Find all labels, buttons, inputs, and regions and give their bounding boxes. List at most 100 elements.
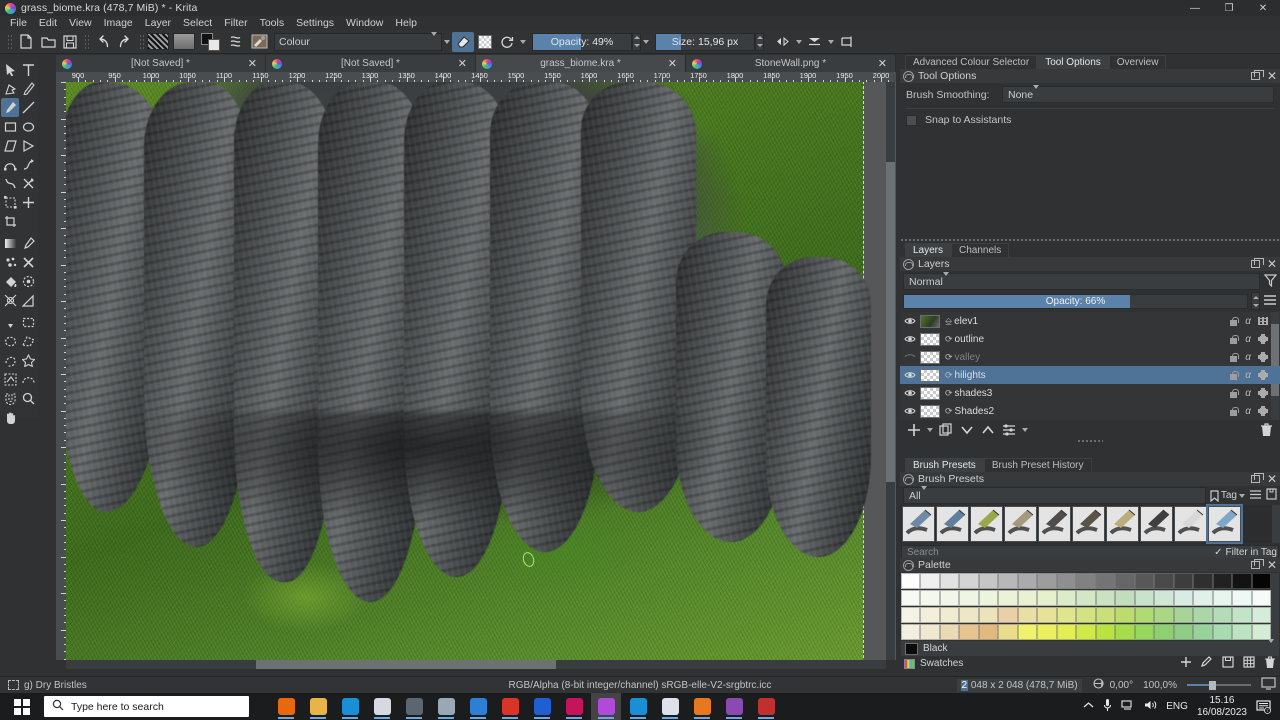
pan-tool[interactable] [1,408,19,427]
palette-swatch[interactable] [1037,573,1057,589]
enclose-and-fill-tool[interactable] [19,272,37,291]
palette-swatch[interactable] [1076,607,1096,623]
palette-swatch[interactable] [1134,590,1155,606]
palette-swatch[interactable] [1212,590,1233,606]
palette-swatch[interactable] [1076,624,1096,640]
mirror-horizontal-icon[interactable] [772,32,794,52]
layer-lock-icon[interactable] [1229,388,1240,398]
canvas-rotation-value[interactable]: 0,00° [1110,680,1133,691]
transform-tool[interactable] [1,193,19,212]
eraser-icon[interactable] [452,31,474,52]
palette-swatch[interactable] [1212,607,1233,623]
layer-style-icon[interactable] [1258,388,1268,398]
palette-swatch[interactable] [1154,607,1174,623]
taskbar-clock[interactable]: 15.16 16/08/2023 [1197,695,1247,719]
opacity-spinner[interactable] [632,32,641,51]
brush-preset-thumbnail-3[interactable] [1003,506,1037,542]
taskbar-app-visual-studio-code[interactable] [463,693,493,720]
layer-style-icon[interactable] [1258,370,1268,380]
lock-docker-icon[interactable] [903,70,914,82]
gradient-tool[interactable] [1,234,19,253]
close-button[interactable]: ✕ [1246,0,1280,16]
float-palette-docker-icon[interactable] [1250,559,1264,569]
menu-item-edit[interactable]: Edit [33,16,63,30]
wrap-around-icon[interactable] [836,32,858,52]
brush-preset-thumbnail-8[interactable] [1173,506,1207,542]
palette-swatch[interactable] [1115,624,1135,640]
layer-alpha-lock-icon[interactable]: α [1245,352,1251,363]
palette-grid-button[interactable] [1243,656,1255,671]
palette-swatch[interactable] [1017,607,1038,623]
layer-name[interactable]: outline [955,334,984,345]
zoom-level-value[interactable]: 100,0% [1143,680,1177,691]
palette-swatch[interactable] [1251,607,1271,623]
palette-swatch[interactable] [1134,573,1155,589]
palette-swatch[interactable] [1076,573,1096,589]
document-tab-close-icon[interactable]: ✕ [248,57,257,70]
document-tab-0[interactable]: [Not Saved] * ✕ [56,55,266,72]
palette-swatch[interactable] [1232,590,1252,606]
minimize-button[interactable]: — [1178,0,1212,16]
polyline-tool[interactable] [19,136,37,155]
layer-alpha-lock-icon[interactable]: α [1245,406,1251,417]
mirror-h-caret[interactable] [794,39,804,44]
layer-alpha-lock-icon[interactable]: α [1245,388,1251,399]
preserve-alpha-icon[interactable] [474,32,496,52]
layer-thumbnail[interactable] [920,386,940,400]
taskbar-app-krita-app[interactable] [751,693,781,720]
notifications-icon[interactable]: 7 [1256,699,1272,714]
maximize-button[interactable]: ❐ [1212,0,1246,16]
brush-list-view-icon[interactable] [1249,489,1262,503]
toolbar-grip-2[interactable] [84,33,89,50]
palette-swatch[interactable] [939,624,960,640]
layer-thumbnail[interactable] [920,368,940,382]
brush-strip-scrollbar[interactable] [1272,505,1280,543]
add-layer-button[interactable] [905,422,923,438]
taskbar-app-maps[interactable] [431,693,461,720]
docker-tab-overview[interactable]: Overview [1108,55,1167,69]
palette-swatch[interactable] [959,573,979,589]
gradient-swatch[interactable] [147,33,169,50]
fullscreen-toggle-icon[interactable] [1261,677,1276,693]
blending-mode-extra-caret[interactable] [442,39,452,44]
select-shapes-tool[interactable] [1,60,19,79]
layer-visibility-toggle[interactable] [903,334,917,344]
opacity-dropdown-caret[interactable] [641,39,651,44]
palette-swatch[interactable] [1173,607,1194,623]
volume-icon[interactable] [1144,699,1157,714]
palette-scrollbar[interactable] [1271,573,1279,641]
show-hidden-icons-chevron[interactable] [1083,701,1094,712]
palette-swatch[interactable] [1193,573,1213,589]
edit-swatch-button[interactable] [1201,656,1213,671]
save-palette-button[interactable] [1222,656,1234,671]
pattern-swatch[interactable] [173,33,195,50]
document-tab-close-icon[interactable]: ✕ [878,57,887,70]
palette-swatch[interactable] [1134,607,1155,623]
save-icon[interactable] [59,32,81,52]
palette-swatch[interactable] [1076,590,1096,606]
lock-layers-docker-icon[interactable] [903,258,914,270]
close-brush-docker-icon[interactable]: ✕ [1267,473,1277,485]
document-tab-close-icon[interactable]: ✕ [458,57,467,70]
artwork-canvas[interactable] [66,82,871,660]
palette-swatch[interactable] [1232,607,1252,623]
palette-swatch[interactable] [959,624,979,640]
duplicate-layer-button[interactable] [937,422,955,438]
layer-row-hilights[interactable]: ⟳ hilights α [900,366,1280,384]
palette-swatch[interactable] [978,607,999,623]
palette-swatch[interactable] [1232,624,1252,640]
palette-swatch[interactable] [959,607,979,623]
menu-item-settings[interactable]: Settings [290,16,340,30]
microphone-icon[interactable] [1103,698,1112,715]
palette-swatch[interactable] [1037,624,1057,640]
palette-swatch[interactable] [1056,624,1077,640]
colourize-mask-tool[interactable] [1,253,19,272]
palette-swatch[interactable] [978,573,999,589]
menu-item-help[interactable]: Help [389,16,423,30]
docker-tab-channels[interactable]: Channels [951,243,1010,257]
canvas-viewport[interactable] [66,82,896,660]
taskbar-search-input[interactable]: Type here to search [44,696,249,717]
taskbar-app-firefox[interactable] [271,693,301,720]
edit-shapes-tool[interactable] [1,79,19,98]
menu-item-image[interactable]: Image [98,16,139,30]
